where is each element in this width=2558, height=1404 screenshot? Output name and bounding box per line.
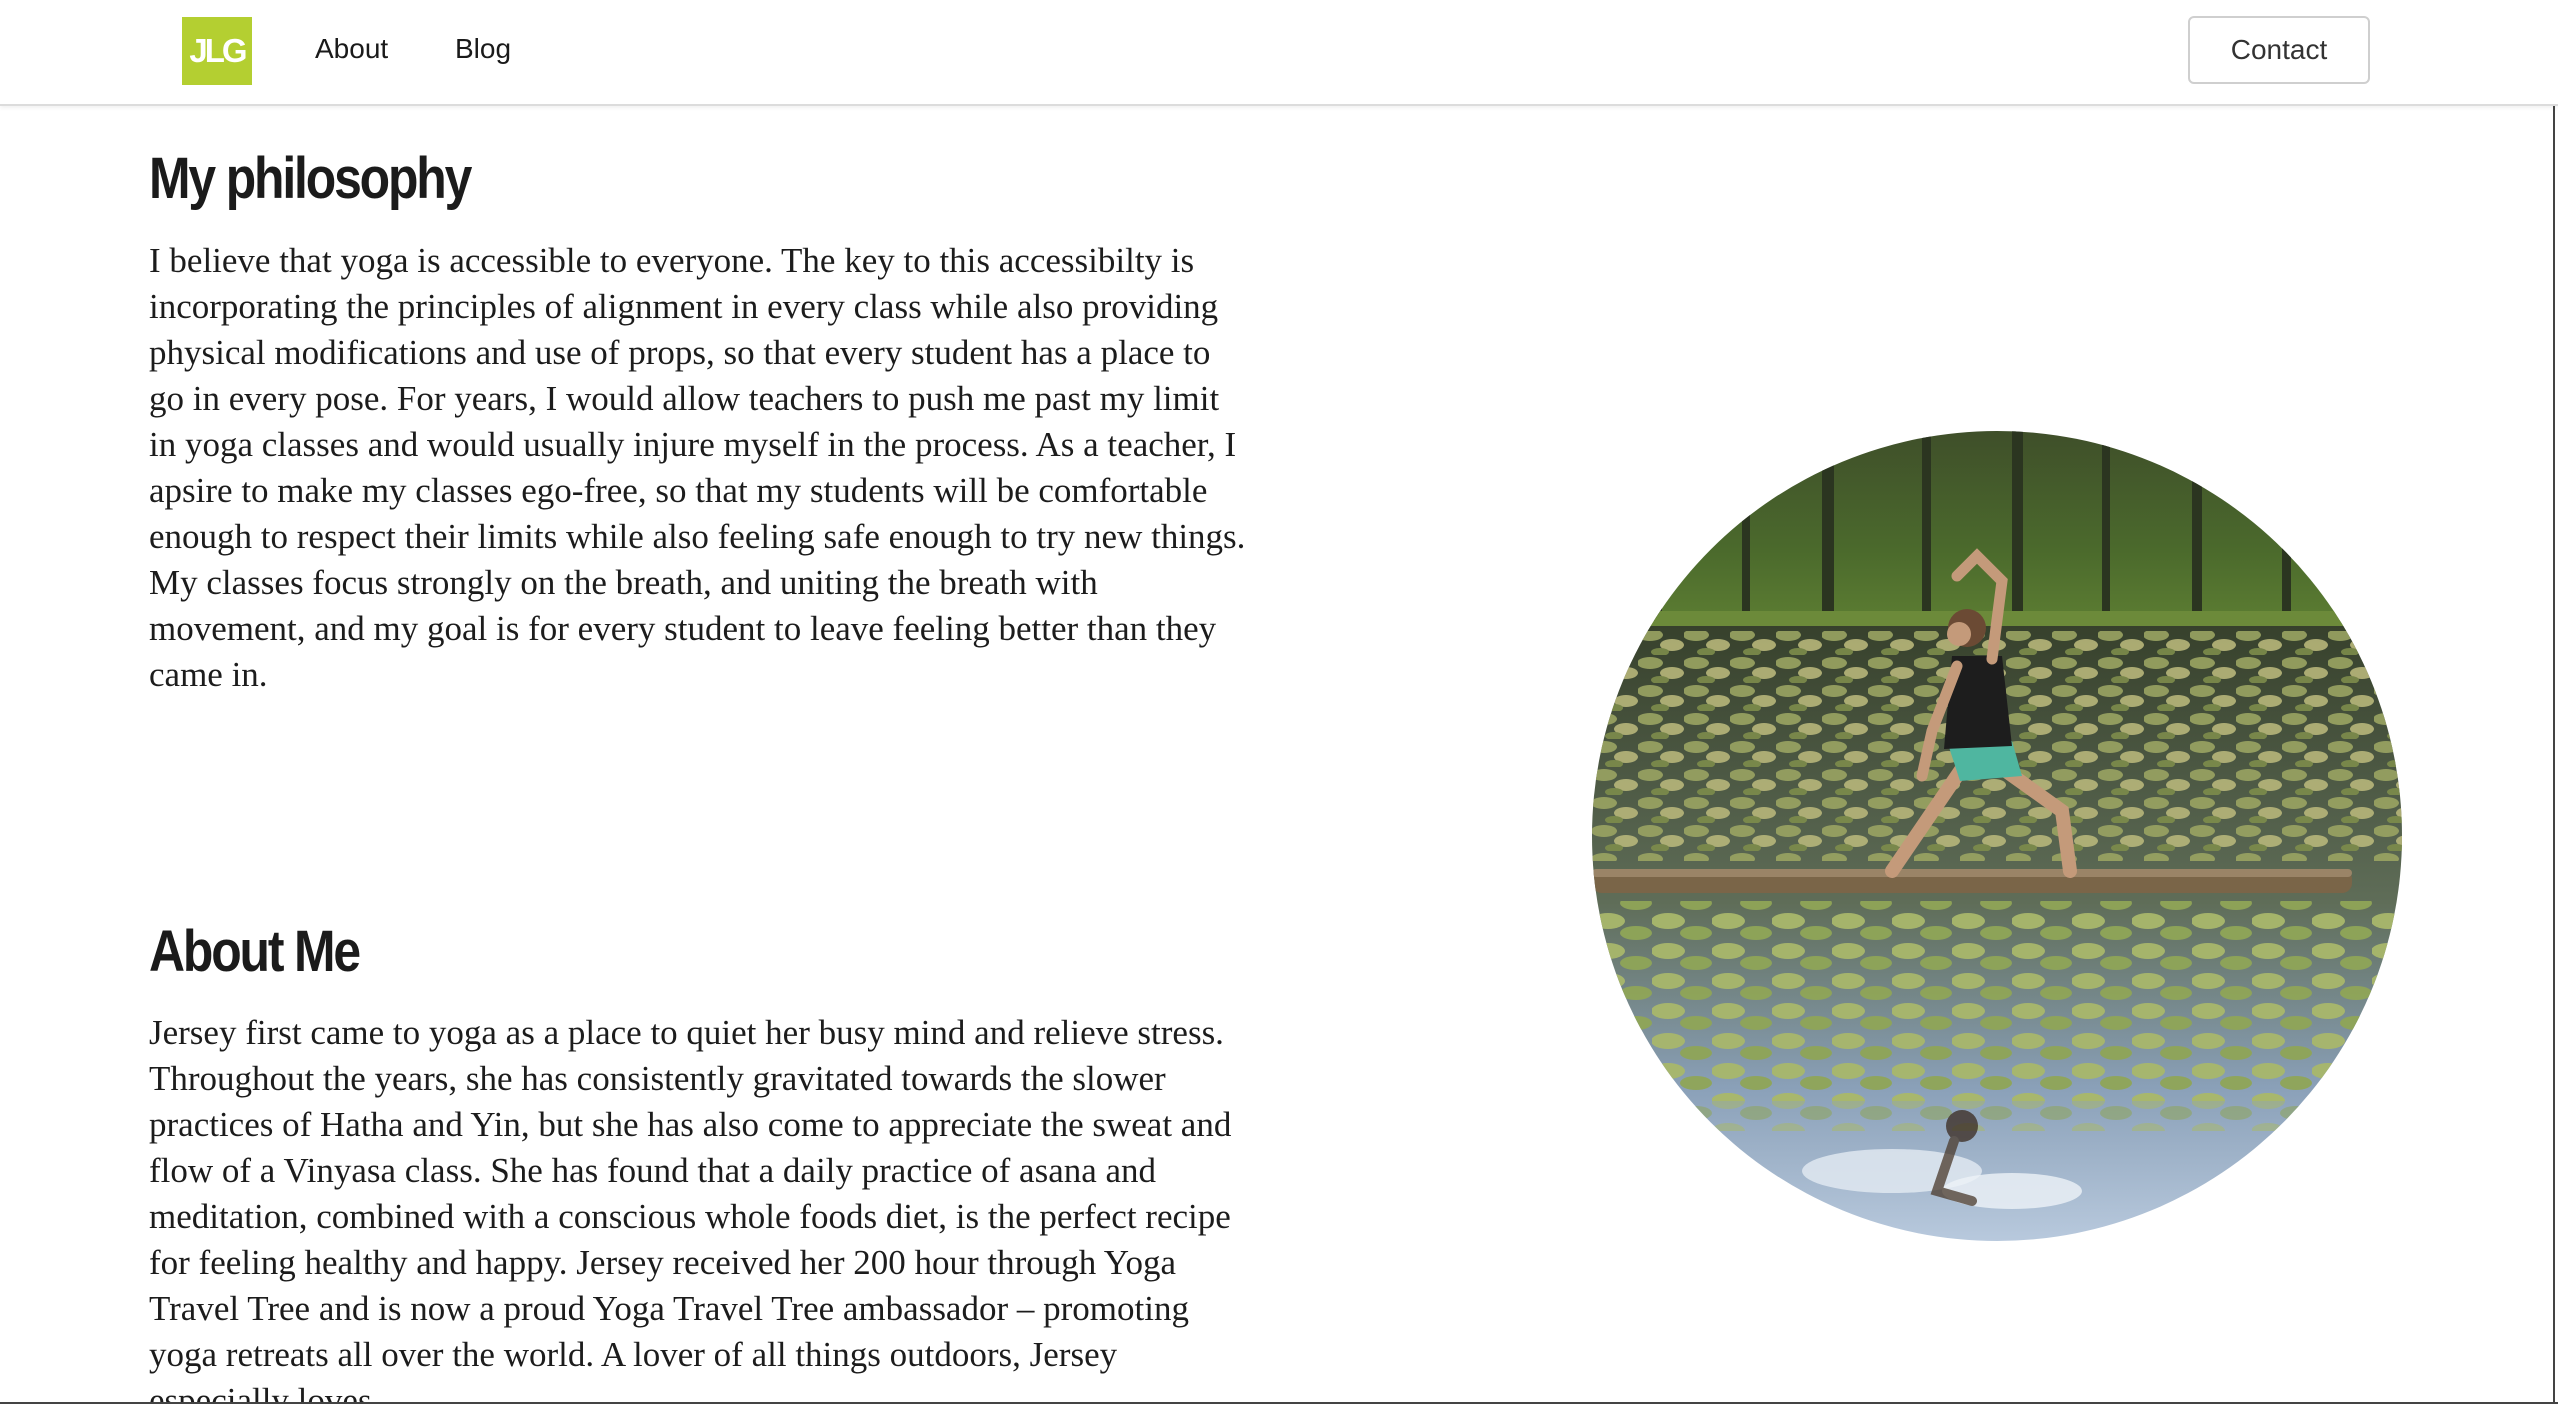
- about-heading: About Me: [149, 919, 361, 984]
- top-navbar: JLG About Blog Contact: [0, 0, 2558, 106]
- window-right-edge: [2553, 0, 2555, 1404]
- nav-link-about[interactable]: About: [315, 29, 388, 69]
- philosophy-heading: My philosophy: [149, 146, 472, 211]
- yoga-photo: [1592, 431, 2402, 1241]
- about-text: Jersey first came to yoga as a place to …: [149, 1013, 1232, 1404]
- nav-link-blog[interactable]: Blog: [455, 29, 511, 69]
- contact-button[interactable]: Contact: [2188, 16, 2370, 84]
- logo[interactable]: JLG: [182, 17, 252, 85]
- philosophy-text: I believe that yoga is accessible to eve…: [149, 241, 1246, 694]
